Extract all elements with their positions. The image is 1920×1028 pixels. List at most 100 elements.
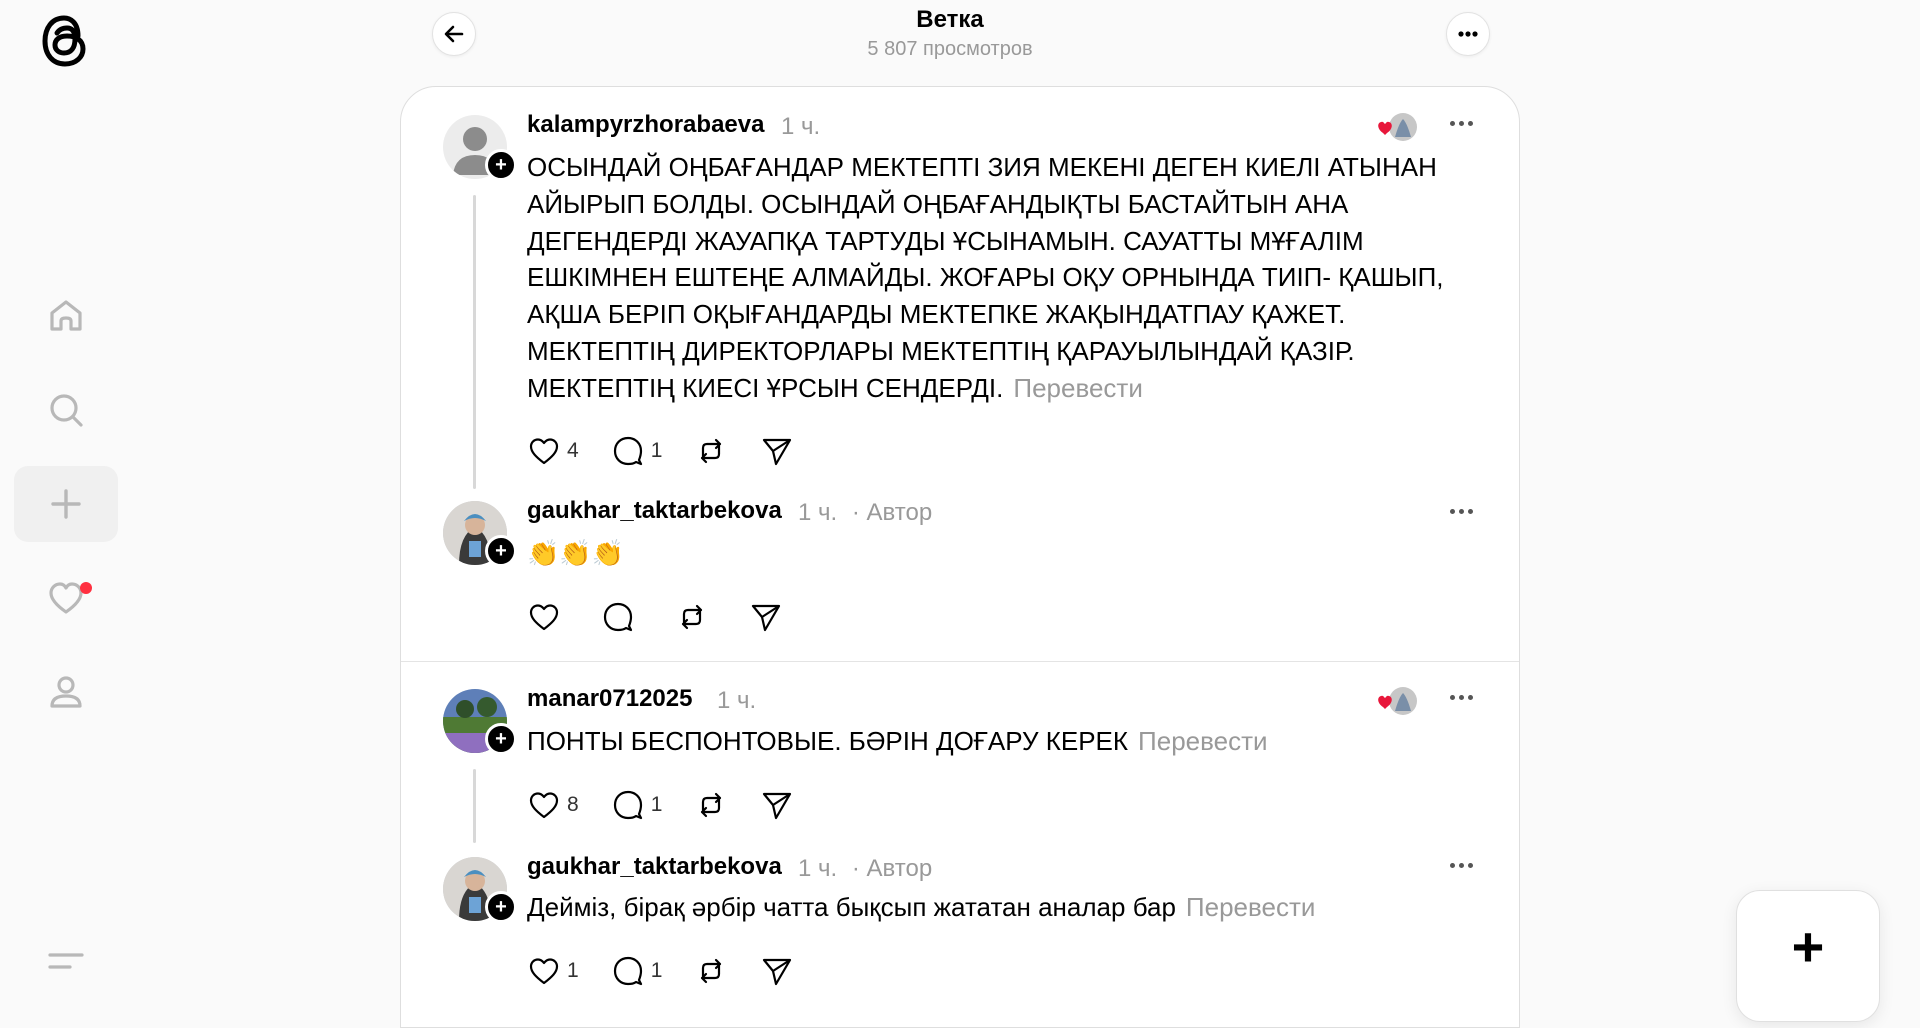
- reply-button[interactable]: 1: [611, 434, 663, 468]
- post-actions: 1 1: [527, 951, 826, 991]
- notification-dot: [80, 582, 92, 594]
- post-time: 1 ч.: [781, 113, 821, 140]
- nav-create[interactable]: [14, 466, 118, 542]
- repost-button[interactable]: [694, 434, 728, 468]
- nav-profile[interactable]: [14, 654, 118, 730]
- author-badge: · Автор: [851, 499, 933, 526]
- post-text: Деймiз, бiрақ әрбiр чатта бықсып жататан…: [527, 889, 1315, 926]
- reactor-avatars-icon: [1378, 113, 1417, 141]
- fab-plus-label: +: [1791, 915, 1825, 978]
- post-options-button[interactable]: [1441, 687, 1481, 707]
- translate-link[interactable]: Перевести: [1186, 892, 1315, 922]
- reply-button[interactable]: 1: [611, 954, 663, 988]
- divider: [401, 661, 1519, 662]
- repost-icon: [681, 604, 703, 630]
- like-button[interactable]: 1: [527, 954, 579, 988]
- post-time: 1 ч.: [798, 855, 838, 882]
- post-options-button[interactable]: [1441, 855, 1481, 875]
- avatar[interactable]: +: [443, 689, 517, 755]
- translate-link[interactable]: Перевести: [1013, 373, 1142, 403]
- more-icon: [1458, 31, 1478, 37]
- reply-count: 1: [650, 793, 663, 816]
- translate-link[interactable]: Перевести: [1138, 726, 1267, 756]
- menu-icon: [48, 953, 84, 969]
- share-button[interactable]: [749, 600, 783, 634]
- heart-icon: [529, 958, 559, 985]
- username[interactable]: gaukhar_taktarbekova: [527, 497, 782, 525]
- post-body: ОСЫНДАЙ ОҢБАҒАНДАР МЕКТЕПТІ ЗИЯ МЕКЕНІ Д…: [527, 152, 1444, 403]
- reactor-avatars-icon: [1378, 687, 1417, 715]
- post-actions: 8 1: [527, 785, 826, 825]
- username[interactable]: manar0712025: [527, 685, 692, 713]
- username[interactable]: kalampyrzhorabaeva: [527, 111, 764, 139]
- post-options-button[interactable]: [1441, 501, 1481, 521]
- post-time: 1 ч.: [798, 499, 838, 526]
- plus-icon: [51, 489, 81, 519]
- search-icon: [50, 394, 83, 427]
- post-actions: [527, 597, 815, 637]
- profile-icon: [50, 676, 82, 708]
- reply-count: 1: [650, 959, 663, 982]
- send-icon: [751, 604, 781, 632]
- share-button[interactable]: [760, 954, 794, 988]
- share-button[interactable]: [760, 788, 794, 822]
- send-icon: [763, 958, 792, 986]
- comment-icon: [613, 956, 642, 986]
- thread-panel: + kalampyrzhorabaeva 1 ч. ОСЫНДАЙ ОҢБАҒА…: [400, 86, 1520, 1028]
- send-icon: [763, 438, 792, 466]
- like-button[interactable]: 8: [527, 788, 579, 822]
- thread-line: [473, 769, 476, 843]
- like-count: 8: [567, 793, 579, 816]
- follow-plus-icon[interactable]: +: [485, 891, 517, 923]
- page-title: Ветка: [916, 6, 984, 33]
- home-icon: [50, 300, 82, 331]
- repost-icon: [701, 958, 722, 984]
- follow-plus-icon[interactable]: +: [485, 149, 517, 181]
- comment-icon: [613, 790, 642, 820]
- reply-button[interactable]: 1: [611, 788, 663, 822]
- repost-icon: [701, 792, 722, 818]
- post-body: ПОНТЫ БЕСПОНТОВЫЕ. БӘРІН ДОҒАРУ КЕРЕК: [527, 726, 1129, 756]
- reply-button[interactable]: [601, 600, 635, 634]
- repost-button[interactable]: [694, 788, 728, 822]
- heart-icon: [529, 604, 559, 631]
- thread-header: Ветка 5 807 просмотров: [400, 0, 1500, 80]
- follow-plus-icon[interactable]: +: [485, 535, 517, 567]
- thread-options-button[interactable]: [1446, 12, 1490, 56]
- post-body: Деймiз, бiрақ әрбiр чатта бықсып жататан…: [527, 892, 1176, 922]
- repost-icon: [701, 438, 722, 464]
- like-count: 4: [567, 439, 579, 462]
- username[interactable]: gaukhar_taktarbekova: [527, 853, 782, 881]
- post-options-button[interactable]: [1441, 113, 1481, 133]
- nav-home[interactable]: [14, 278, 118, 354]
- reply-count: 1: [650, 439, 663, 462]
- post-meta: 1 ч. · Автор: [798, 855, 932, 883]
- avatar[interactable]: +: [443, 857, 517, 923]
- new-thread-button[interactable]: +: [1736, 890, 1880, 1022]
- comment-icon: [613, 436, 642, 466]
- threads-logo-icon[interactable]: [36, 8, 96, 72]
- author-badge: · Автор: [851, 855, 933, 882]
- follow-plus-icon[interactable]: +: [485, 723, 517, 755]
- avatar[interactable]: +: [443, 115, 517, 181]
- like-button[interactable]: [527, 600, 561, 634]
- post-body: 👏👏👏: [527, 538, 625, 568]
- view-count: 5 807 просмотров: [867, 38, 1033, 60]
- heart-icon: [529, 792, 559, 819]
- share-button[interactable]: [760, 434, 794, 468]
- heart-icon: [529, 438, 559, 465]
- post-time: 1 ч.: [717, 687, 757, 714]
- avatar[interactable]: +: [443, 501, 517, 567]
- post-actions: 4 1: [527, 431, 826, 471]
- thread-line: [473, 195, 476, 489]
- nav-activity[interactable]: [14, 560, 118, 636]
- nav-menu[interactable]: [14, 922, 118, 998]
- repost-button[interactable]: [694, 954, 728, 988]
- like-count: 1: [567, 959, 579, 982]
- repost-button[interactable]: [675, 600, 709, 634]
- comment-icon: [603, 602, 633, 632]
- send-icon: [763, 792, 792, 820]
- post-text: ОСЫНДАЙ ОҢБАҒАНДАР МЕКТЕПТІ ЗИЯ МЕКЕНІ Д…: [527, 149, 1447, 407]
- nav-search[interactable]: [14, 372, 118, 448]
- like-button[interactable]: 4: [527, 434, 579, 468]
